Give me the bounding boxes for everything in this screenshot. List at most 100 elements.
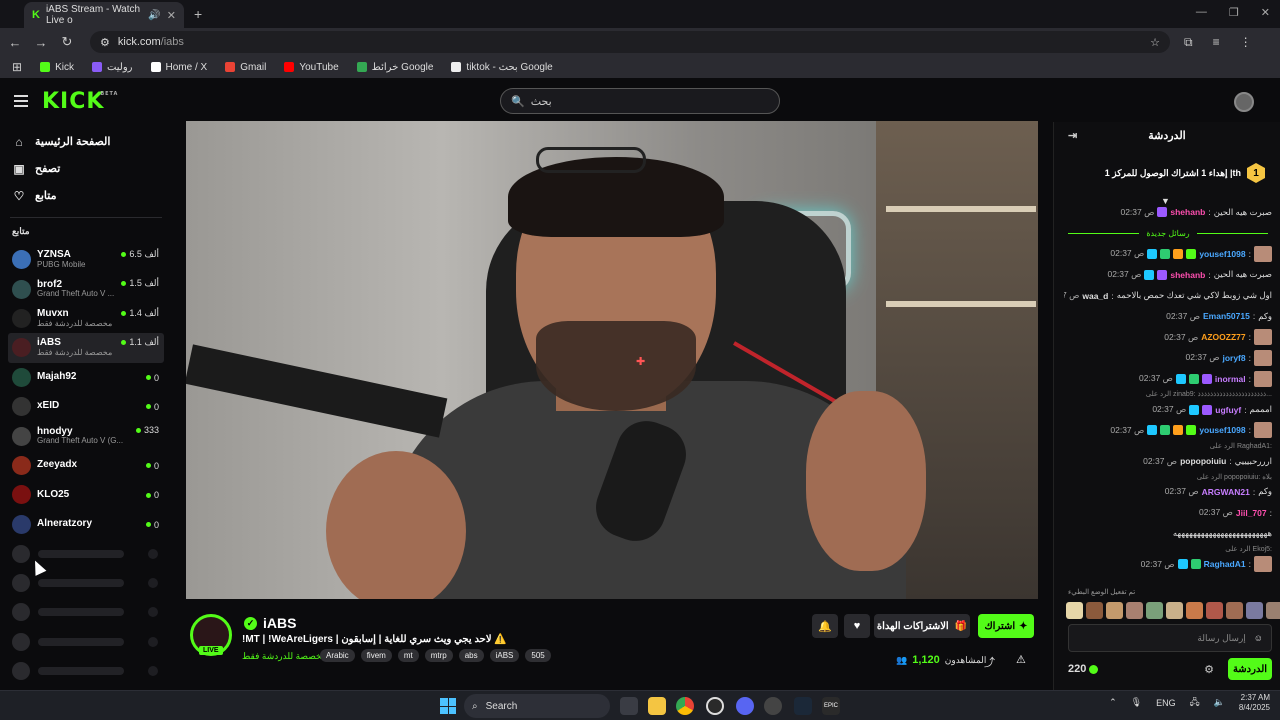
emote-icon[interactable] bbox=[1086, 602, 1103, 619]
emote-icon[interactable] bbox=[1186, 602, 1203, 619]
chat-username[interactable]: ugfuyf bbox=[1215, 405, 1241, 415]
bookmark-item[interactable]: Gmail bbox=[225, 62, 266, 73]
sidebar-nav-item[interactable]: ⌂ الصفحة الرئيسية bbox=[0, 128, 172, 155]
emote-icon[interactable] bbox=[1226, 602, 1243, 619]
bookmark-item[interactable]: Kick bbox=[40, 62, 74, 73]
url-field[interactable]: ⚙ kick.com/iabs ☆ bbox=[90, 31, 1170, 53]
chat-username[interactable]: waa_d bbox=[1082, 291, 1108, 301]
stream-tag[interactable]: iABS bbox=[489, 649, 520, 662]
pinned-leaderboard[interactable]: إهداء 1 اشتراك الوصول للمركز 1 ‎|th 1 bbox=[1064, 150, 1269, 196]
sidebar-nav-item[interactable]: ▣ تصفح bbox=[0, 155, 172, 182]
new-tab-button[interactable]: + bbox=[194, 6, 202, 22]
channel-points[interactable]: 220 bbox=[1068, 663, 1099, 675]
stream-tag[interactable]: fivem bbox=[360, 649, 392, 662]
volume-icon[interactable]: 🔈 bbox=[1214, 697, 1225, 708]
emote-icon[interactable] bbox=[1266, 602, 1280, 619]
apps-grid-icon[interactable]: ⊞ bbox=[12, 60, 22, 74]
search-input[interactable]: 🔍 بحث bbox=[500, 88, 780, 114]
chat-username[interactable]: RaghadA1 bbox=[1204, 559, 1246, 569]
sidebar-channel[interactable]: Muvxn مخصصة للدردشة فقط 1.4 ألف bbox=[0, 304, 172, 333]
chrome-icon[interactable] bbox=[676, 697, 694, 715]
reading-list-icon[interactable]: ≡ bbox=[1213, 35, 1220, 50]
sidebar-channel[interactable]: Majah92 0 bbox=[0, 363, 172, 392]
collapse-chat-icon[interactable]: ⇥ bbox=[1068, 129, 1077, 142]
sidebar-channel[interactable]: iABS مخصصة للدردشة فقط 1.1 ألف bbox=[8, 333, 164, 363]
emote-icon[interactable] bbox=[1166, 602, 1183, 619]
emote-icon[interactable] bbox=[1106, 602, 1123, 619]
chat-username[interactable]: Eman50715 bbox=[1203, 311, 1250, 321]
bookmark-item[interactable]: رولیت bbox=[91, 62, 133, 73]
restore-icon[interactable]: ❐ bbox=[1229, 6, 1239, 19]
bookmark-item[interactable]: Home / X bbox=[150, 62, 207, 73]
stream-tag[interactable]: abs bbox=[458, 649, 484, 662]
emote-icon[interactable] bbox=[1126, 602, 1143, 619]
emote-icon[interactable] bbox=[1066, 602, 1083, 619]
file-explorer-icon[interactable] bbox=[648, 697, 666, 715]
reload-icon[interactable]: ↻ bbox=[56, 34, 78, 50]
report-warning-icon[interactable]: ⚠ bbox=[1016, 653, 1026, 666]
chat-username[interactable]: yousef1098 bbox=[1199, 249, 1245, 259]
sidebar-channel[interactable]: brof2 Grand Theft Auto V ... 1.5 ألف bbox=[0, 274, 172, 303]
notification-bell-button[interactable]: 🔔 bbox=[812, 614, 838, 638]
chat-username[interactable]: inormal bbox=[1215, 374, 1246, 384]
sidebar-channel[interactable]: YZNSA PUBG Mobile 6.5 ألف bbox=[0, 245, 172, 274]
windows-start-icon[interactable] bbox=[440, 698, 456, 714]
stream-tag[interactable]: Arabic bbox=[320, 649, 355, 662]
chat-username[interactable]: shehanb bbox=[1170, 207, 1205, 217]
network-icon[interactable]: 🖧 bbox=[1190, 695, 1200, 711]
chat-username[interactable]: AZOOZZ77 bbox=[1201, 332, 1245, 342]
share-icon[interactable]: ⤴ bbox=[984, 654, 995, 670]
taskbar-search[interactable]: ⌕ Search bbox=[464, 694, 610, 718]
sidebar-channel[interactable]: Alneratzory 0 bbox=[0, 510, 172, 539]
close-tab-icon[interactable]: ✕ bbox=[167, 9, 176, 22]
user-avatar[interactable] bbox=[1234, 92, 1254, 112]
subscribe-button[interactable]: اشتراك ✦ bbox=[978, 614, 1034, 638]
stream-tag[interactable]: mt bbox=[397, 649, 419, 662]
chat-username[interactable]: shehanb bbox=[1170, 270, 1205, 280]
bookmark-item[interactable]: خرائط Google bbox=[356, 62, 433, 73]
minimize-icon[interactable]: — bbox=[1196, 6, 1207, 19]
sidebar-channel[interactable]: KLO25 0 bbox=[0, 480, 172, 509]
sidebar-channel[interactable]: hnodyy Grand Theft Auto V (G... 333 bbox=[0, 421, 172, 450]
browser-tab[interactable]: K iABS Stream - Watch Live o 🔊 ✕ bbox=[24, 2, 184, 28]
kick-logo[interactable]: KICK BETA bbox=[42, 89, 117, 114]
bookmark-star-icon[interactable]: ☆ bbox=[1150, 36, 1160, 49]
bookmark-item[interactable]: YouTube bbox=[284, 62, 339, 73]
discord-icon[interactable] bbox=[736, 697, 754, 715]
microphone-icon[interactable]: 🎙 bbox=[1131, 697, 1142, 708]
sidebar-nav-item[interactable]: ♡ متابع bbox=[0, 182, 172, 209]
sidebar-channel[interactable]: xEID 0 bbox=[0, 392, 172, 421]
app-icon[interactable] bbox=[706, 697, 724, 715]
video-player[interactable]: ✚ bbox=[186, 121, 1038, 599]
chat-username[interactable]: ARGWAN21 bbox=[1202, 487, 1250, 497]
forward-icon[interactable]: → bbox=[30, 35, 52, 50]
chat-username[interactable]: Jiil_707 bbox=[1236, 508, 1267, 518]
emoji-icon[interactable]: ☺ bbox=[1254, 633, 1263, 643]
close-window-icon[interactable]: ✕ bbox=[1261, 6, 1270, 19]
menu-icon[interactable]: ⋮ bbox=[1240, 35, 1252, 50]
emote-icon[interactable] bbox=[1206, 602, 1223, 619]
site-info-icon[interactable]: ⚙ bbox=[100, 36, 110, 49]
chat-username[interactable]: popopoiuiu bbox=[1180, 456, 1226, 466]
language-indicator[interactable]: ENG bbox=[1156, 698, 1176, 708]
task-view-icon[interactable] bbox=[620, 697, 638, 715]
chat-username[interactable]: yousef1098 bbox=[1199, 425, 1245, 435]
stream-tag[interactable]: mtrp bbox=[424, 649, 453, 662]
extensions-icon[interactable]: ⧉ bbox=[1184, 35, 1193, 50]
chat-username[interactable]: joryf8 bbox=[1222, 353, 1245, 363]
bookmark-item[interactable]: tiktok - بحث Google bbox=[451, 62, 553, 73]
hamburger-menu-icon[interactable] bbox=[14, 95, 28, 107]
clock[interactable]: 2:37 AM 8/4/2025 bbox=[1239, 693, 1270, 712]
streamer-name[interactable]: ✓ iABS bbox=[244, 615, 296, 631]
chat-input[interactable]: إرسال رسالة ☺ bbox=[1068, 624, 1272, 652]
emote-icon[interactable] bbox=[1146, 602, 1163, 619]
back-icon[interactable]: ← bbox=[4, 35, 26, 50]
tray-chevron-icon[interactable]: ⌃ bbox=[1109, 697, 1117, 708]
gift-subs-button[interactable]: الاشتراكات الهداة 🎁 bbox=[874, 614, 970, 638]
send-chat-button[interactable]: الدردشة bbox=[1228, 658, 1272, 680]
follow-heart-button[interactable]: ♥ bbox=[844, 614, 870, 638]
speaker-icon[interactable]: 🔊 bbox=[148, 10, 160, 21]
epic-games-icon[interactable]: EPIC bbox=[822, 697, 840, 715]
app-icon-2[interactable] bbox=[764, 697, 782, 715]
stream-category[interactable]: مخصصة للدردشة فقط bbox=[242, 651, 327, 662]
